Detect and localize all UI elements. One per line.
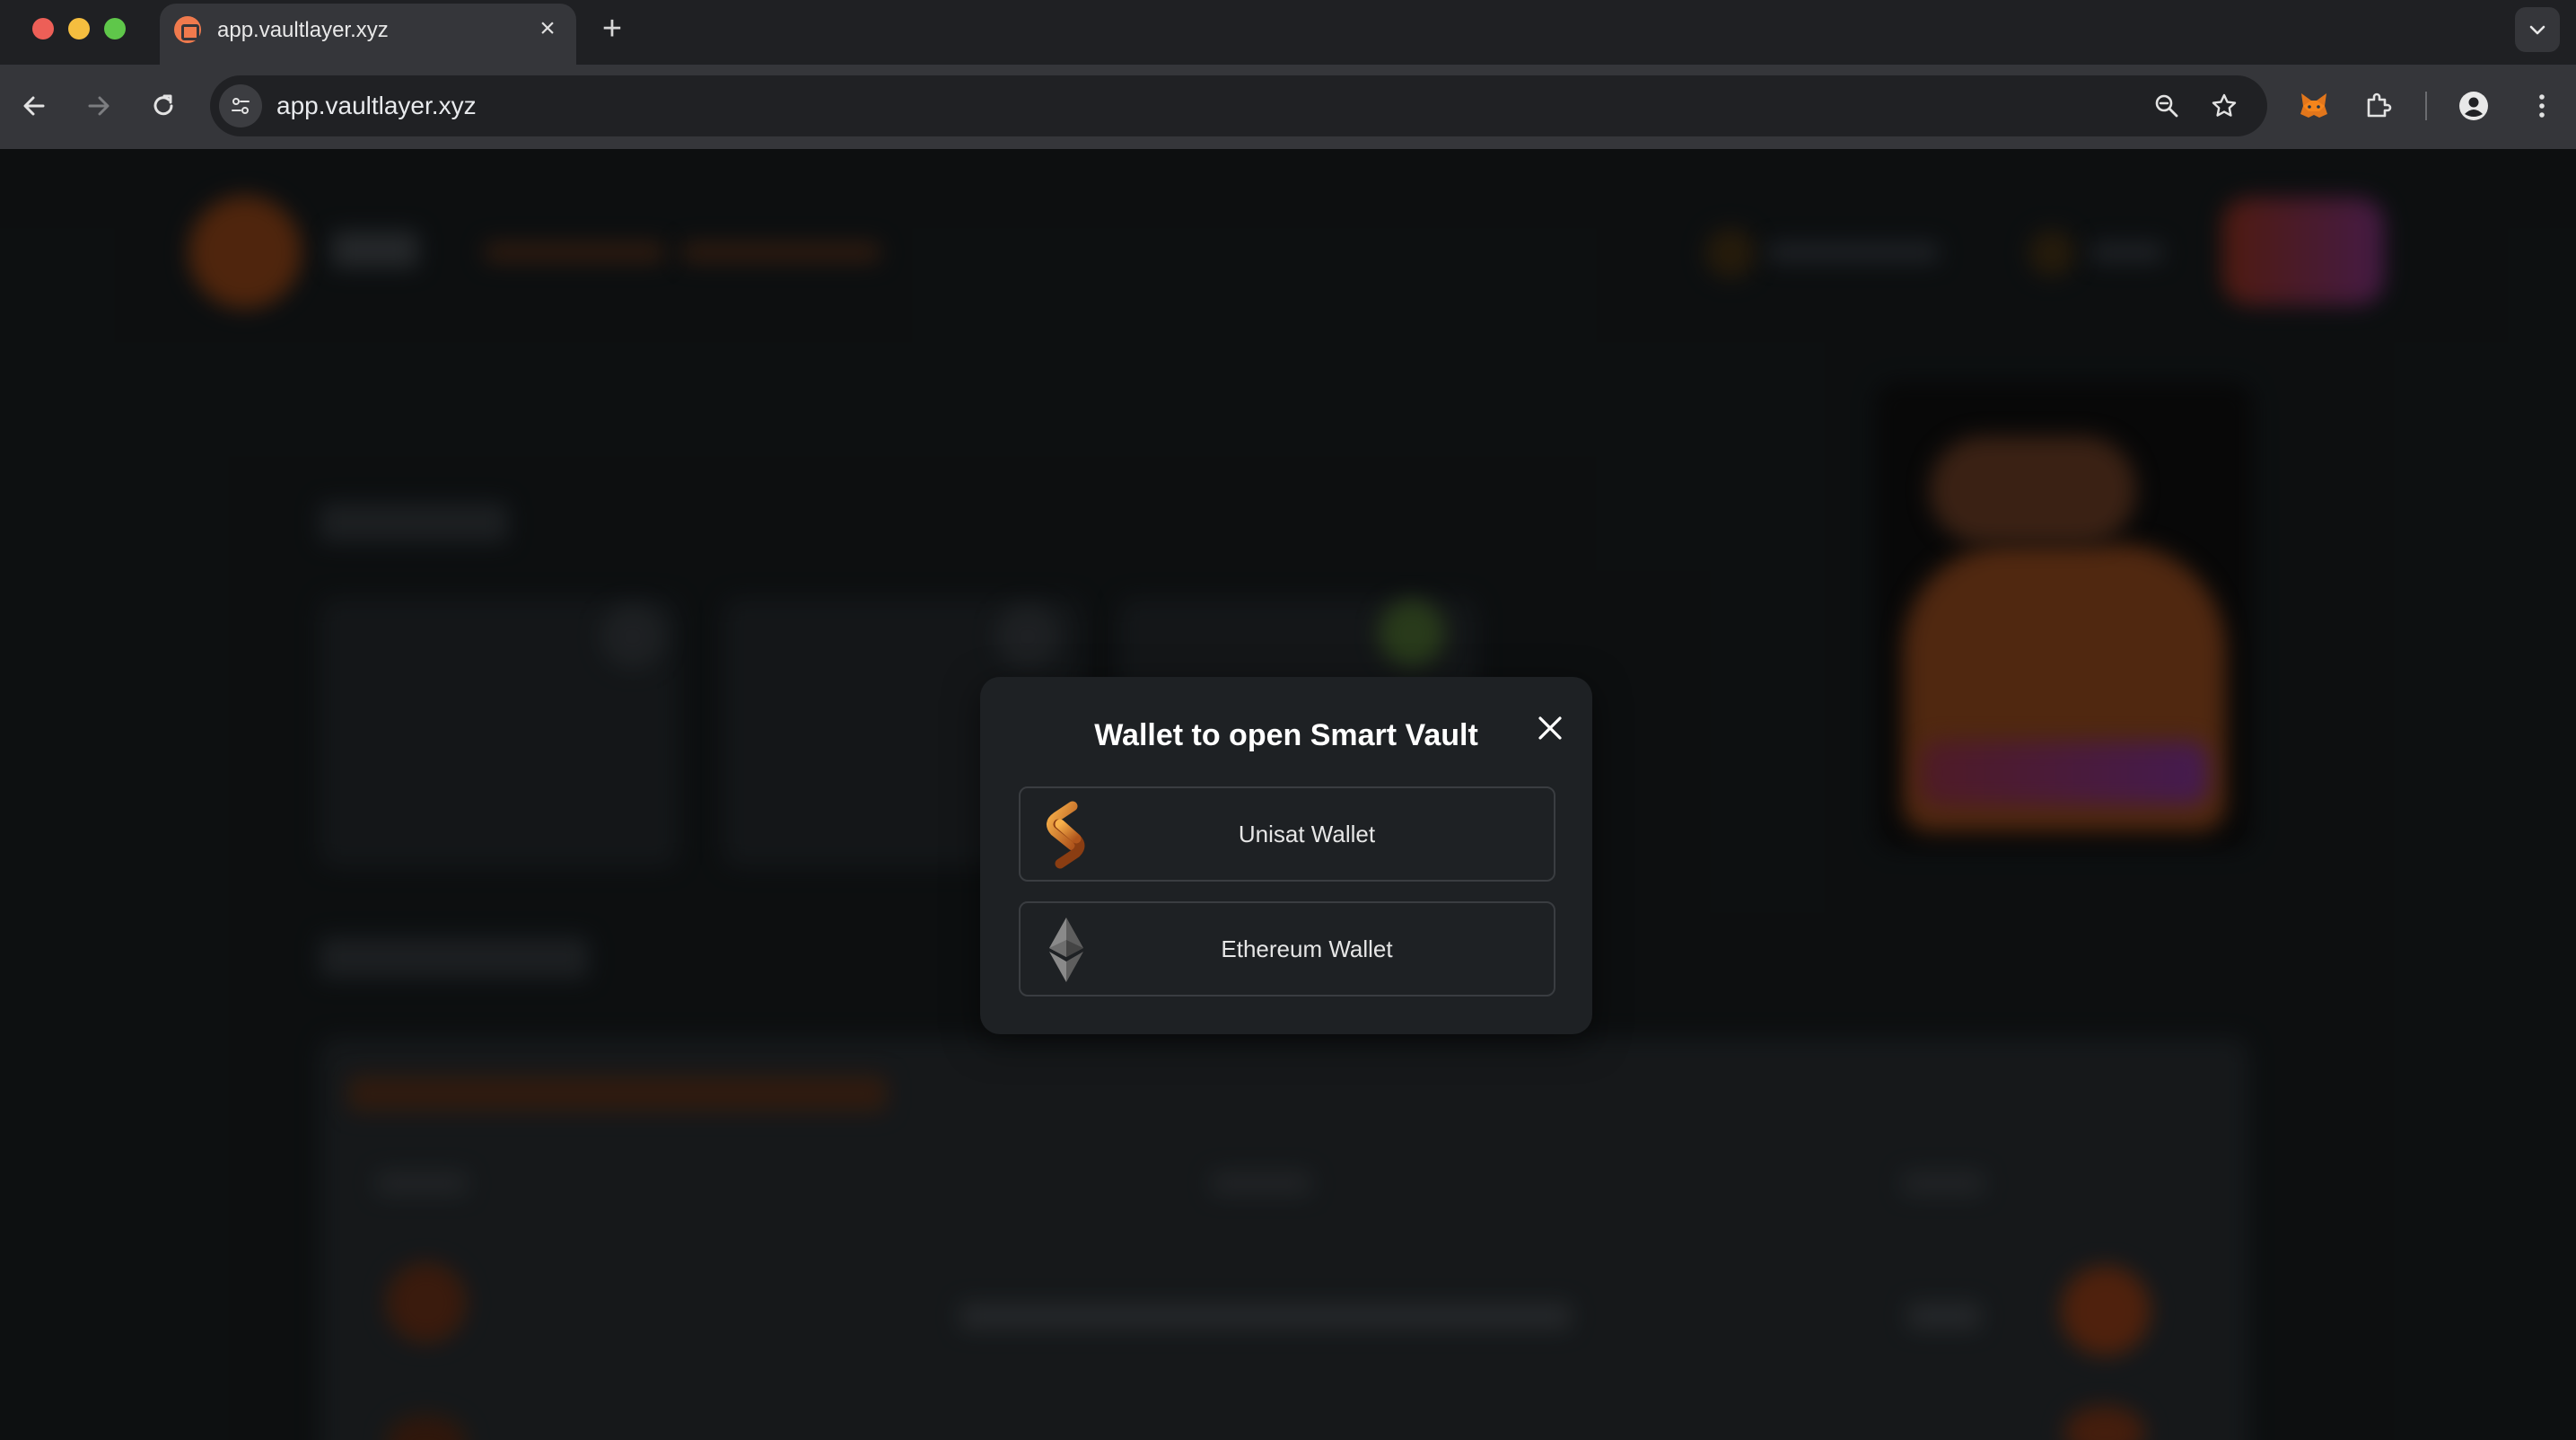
back-arrow-icon (23, 96, 45, 116)
back-button[interactable] (14, 86, 54, 126)
tab-title: app.vaultlayer.xyz (217, 18, 389, 42)
profile-button[interactable] (2452, 84, 2495, 127)
address-bar[interactable]: app.vaultlayer.xyz (210, 75, 2267, 136)
tab-close-icon[interactable]: × (531, 13, 564, 45)
site-info-button[interactable] (219, 84, 262, 127)
new-tab-plus-icon[interactable]: + (594, 11, 630, 47)
zoom-icon (2155, 94, 2178, 118)
modal-close-button[interactable] (1529, 707, 1571, 749)
bookmark-star-icon (2212, 93, 2237, 117)
window-minimize-control[interactable] (68, 18, 90, 40)
site-info-icon (232, 98, 250, 114)
browser-menu-button[interactable] (2520, 84, 2563, 127)
extensions-button[interactable] (2357, 84, 2400, 127)
unisat-wallet-label: Unisat Wallet (1238, 821, 1376, 847)
chevron-down-icon (2529, 25, 2545, 35)
tab-search-button[interactable] (2515, 7, 2560, 52)
modal-title: Wallet to open Smart Vault (1094, 718, 1478, 752)
browser-tab-bar: app.vaultlayer.xyz × + (0, 0, 2576, 65)
extensions-puzzle-icon (2367, 92, 2392, 118)
metamask-extension-button[interactable] (2292, 84, 2335, 127)
browser-tab[interactable]: app.vaultlayer.xyz × (160, 4, 576, 65)
ethereum-wallet-button[interactable]: Ethereum Wallet (1019, 901, 1555, 997)
reload-icon (153, 94, 173, 116)
zoom-button[interactable] (2149, 88, 2185, 124)
forward-button[interactable] (79, 86, 118, 126)
reload-button[interactable] (144, 86, 183, 126)
metamask-fox-icon (2300, 93, 2327, 118)
browser-toolbar: app.vaultlayer.xyz (0, 65, 2576, 149)
site-favicon-icon (174, 16, 201, 43)
forward-arrow-icon (88, 96, 110, 116)
window-maximize-control[interactable] (104, 18, 126, 40)
menu-dots-icon (2539, 94, 2545, 118)
wallet-select-modal: Wallet to open Smart Vault Unisat Wallet (980, 677, 1592, 1034)
ethereum-wallet-label: Ethereum Wallet (1221, 935, 1393, 962)
url-text[interactable]: app.vaultlayer.xyz (276, 92, 477, 120)
window-close-control[interactable] (32, 18, 54, 40)
close-icon (1538, 716, 1562, 740)
toolbar-divider (2425, 92, 2427, 120)
profile-icon (2459, 92, 2488, 120)
bookmark-button[interactable] (2206, 88, 2242, 124)
unisat-wallet-button[interactable]: Unisat Wallet (1019, 786, 1555, 882)
